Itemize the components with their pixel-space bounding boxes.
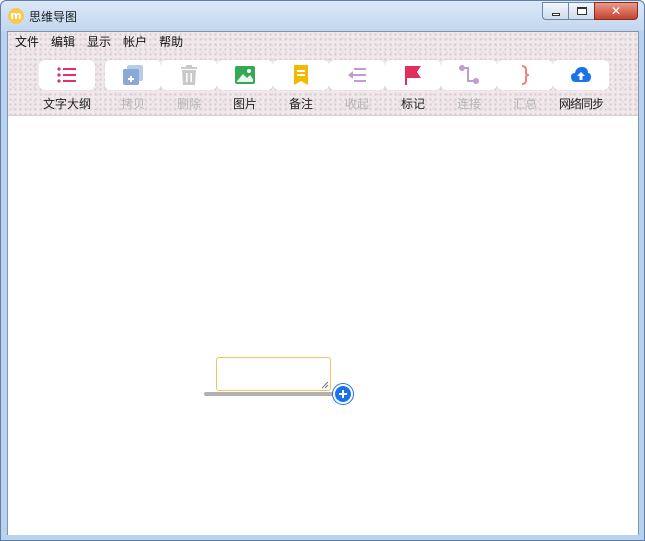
root-node-editor[interactable] — [216, 357, 331, 391]
window-title: 思维导图 — [29, 10, 78, 24]
menu-bar: 文件 编辑 显示 帐户 帮助 — [8, 32, 189, 54]
close-button[interactable]: ✕ — [594, 2, 638, 20]
cloud-sync-label: 网络同步 — [558, 97, 604, 111]
toolbar: 文字大纲 拷贝 删除 图片 备注 收起 标记 连接 汇总 网络同步 — [8, 60, 638, 116]
menu-file[interactable]: 文件 — [8, 32, 45, 54]
note-icon — [294, 65, 308, 85]
app-window: m 思维导图 ✕ 文件 编辑 显示 帐户 帮助 文字大纲 拷贝 删除 图片 备注… — [0, 0, 645, 541]
copy-icon — [123, 65, 143, 85]
toolbar-area: 文件 编辑 显示 帐户 帮助 文字大纲 拷贝 删除 图片 备注 收起 标记 连接… — [8, 32, 638, 116]
maximize-button[interactable] — [568, 2, 594, 20]
window-controls: ✕ — [542, 2, 638, 20]
cloud-sync-button[interactable]: 网络同步 — [553, 60, 609, 114]
cloud-upload-icon — [571, 67, 591, 82]
minimize-button[interactable] — [542, 2, 568, 20]
resize-grip-icon[interactable] — [321, 381, 329, 389]
trash-icon — [181, 65, 197, 85]
maximize-icon — [577, 7, 587, 15]
menu-edit[interactable]: 编辑 — [45, 32, 81, 54]
menu-help[interactable]: 帮助 — [153, 32, 189, 54]
flag-icon — [405, 66, 421, 85]
outline-label: 文字大纲 — [42, 97, 91, 111]
menu-view[interactable]: 显示 — [81, 32, 117, 54]
summary-brace-icon — [521, 65, 530, 85]
close-icon: ✕ — [610, 4, 622, 18]
node-connector-line — [204, 392, 338, 396]
outline-list-icon — [57, 67, 76, 83]
image-icon — [235, 66, 255, 84]
outline-button[interactable]: 文字大纲 — [39, 60, 95, 114]
collapse-icon — [348, 68, 366, 82]
mindmap-canvas[interactable] — [8, 117, 638, 535]
minimize-icon — [552, 13, 560, 16]
connect-icon — [459, 65, 479, 84]
title-bar[interactable]: m 思维导图 ✕ — [1, 1, 644, 31]
add-child-icon[interactable] — [333, 384, 353, 404]
client-area: 文件 编辑 显示 帐户 帮助 文字大纲 拷贝 删除 图片 备注 收起 标记 连接… — [7, 31, 639, 535]
menu-account[interactable]: 帐户 — [117, 32, 153, 54]
app-logo-icon: m — [8, 8, 24, 24]
